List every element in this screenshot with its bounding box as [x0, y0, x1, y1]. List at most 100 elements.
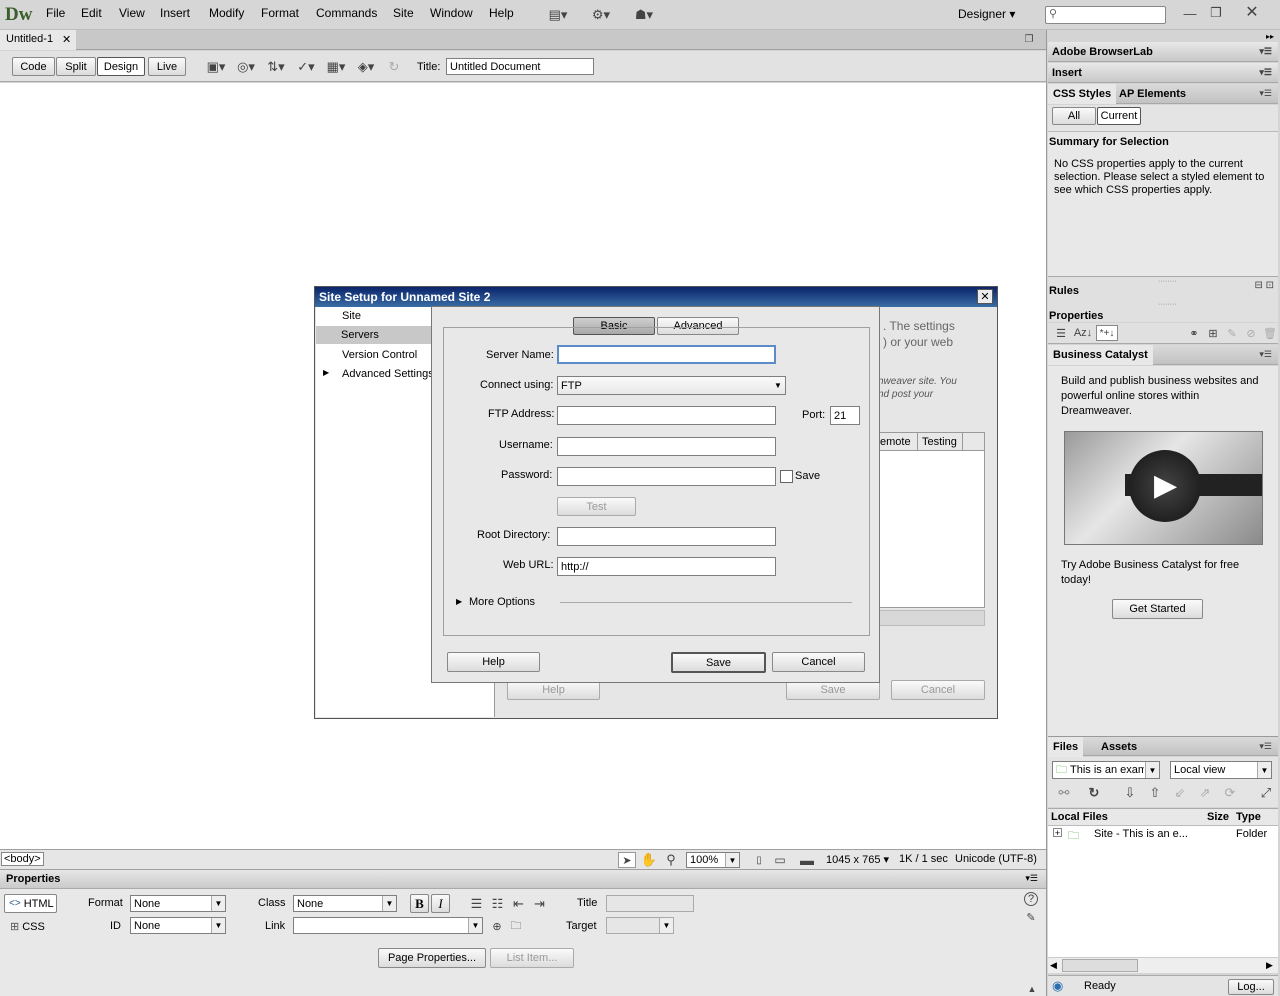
list-item-button[interactable]: List Item... [490, 948, 574, 968]
outdent-icon[interactable]: ⇤ [509, 894, 528, 913]
html-mode-button[interactable]: <> HTML [4, 894, 57, 913]
tab-assets[interactable]: Assets [1096, 737, 1142, 757]
save-button[interactable]: Save [671, 652, 766, 673]
pointer-tool-icon[interactable]: ➤ [618, 852, 636, 868]
panel-options-icon[interactable]: ▾☰ [1259, 46, 1272, 57]
desktop-size-icon[interactable]: ▬ [796, 852, 818, 868]
col-remote[interactable]: emote [880, 436, 911, 448]
horizontal-scrollbar[interactable]: ◀ ▶ [1048, 957, 1278, 973]
tab-ap-elements[interactable]: AP Elements [1114, 84, 1191, 104]
splitter-handle[interactable]: ········ [1158, 278, 1177, 285]
log-button[interactable]: Log... [1228, 979, 1274, 995]
minimize-icon[interactable]: — [1180, 4, 1200, 22]
bg-save-button[interactable]: Save [786, 680, 880, 700]
get-started-button[interactable]: Get Started [1112, 599, 1203, 619]
bold-button[interactable]: B [410, 894, 429, 913]
point-to-file-icon[interactable]: ⊕ [490, 919, 504, 933]
search-input[interactable]: ⚲ [1045, 6, 1166, 24]
validate-icon[interactable]: ✓▾ [293, 57, 319, 76]
menu-view[interactable]: View [119, 6, 145, 20]
tab-files[interactable]: Files [1048, 737, 1084, 757]
menu-site[interactable]: Site [393, 6, 414, 20]
help-button[interactable]: Help [447, 652, 540, 672]
splitter-handle[interactable]: ········ [1158, 301, 1177, 308]
sync-icon[interactable]: ⟳ [1220, 784, 1240, 802]
web-url-input[interactable]: http:// [557, 557, 776, 576]
restore-icon[interactable]: ❐ [1206, 4, 1226, 22]
attach-stylesheet-icon[interactable]: ⚭ [1186, 325, 1202, 341]
menu-edit[interactable]: Edit [81, 6, 102, 20]
document-tab[interactable]: Untitled-1 ✕ [0, 30, 76, 50]
insert-panel-header[interactable]: Insert ▾☰ [1048, 63, 1278, 83]
play-icon[interactable]: ▶ [1154, 468, 1177, 503]
menu-window[interactable]: Window [430, 6, 473, 20]
title-prop-input[interactable] [606, 895, 694, 912]
site-select[interactable]: 🗀 This is an exam ▼ [1052, 761, 1160, 779]
check-out-icon[interactable]: ⇙ [1170, 784, 1190, 802]
username-input[interactable] [557, 437, 776, 456]
ftp-address-input[interactable] [557, 406, 776, 425]
col-size[interactable]: Size [1207, 811, 1229, 823]
nav-item-version-control[interactable]: Version Control [342, 349, 417, 361]
set-properties-icon[interactable]: *+↓ [1096, 325, 1118, 341]
list-item[interactable]: + 🗀 Site - This is an e... Folder [1048, 827, 1278, 843]
check-in-icon[interactable]: ⇗ [1195, 784, 1215, 802]
target-select[interactable]: ▼ [606, 917, 674, 934]
password-input[interactable] [557, 467, 776, 486]
browse-folder-icon[interactable]: 🗀 [508, 919, 524, 933]
expand-icon[interactable]: ▶ [456, 597, 462, 606]
connect-icon[interactable]: ⚯ [1054, 784, 1074, 802]
zoom-tool-icon[interactable]: ⚲ [662, 852, 680, 868]
edit-rule-icon[interactable]: ✎ [1224, 325, 1240, 341]
close-icon[interactable]: ✕ [1242, 3, 1262, 21]
split-view-button[interactable]: Split [56, 57, 96, 76]
menu-modify[interactable]: Modify [209, 6, 244, 20]
col-type[interactable]: Type [1236, 811, 1261, 823]
ordered-list-icon[interactable]: ☷ [488, 894, 507, 913]
server-name-input[interactable] [557, 345, 776, 364]
italic-button[interactable]: I [431, 894, 450, 913]
document-title-input[interactable]: Untitled Document [446, 58, 594, 75]
tab-css-styles[interactable]: CSS Styles [1048, 84, 1117, 104]
window-size[interactable]: 1045 x 765 ▾ [826, 853, 889, 866]
indent-icon[interactable]: ⇥ [530, 894, 549, 913]
nav-item-site[interactable]: Site [342, 310, 361, 322]
bg-help-button[interactable]: Help [507, 680, 600, 700]
panel-options-icon[interactable]: ▾☰ [1259, 88, 1272, 99]
site-map-icon[interactable]: ☗▾ [631, 6, 657, 24]
id-select[interactable]: None ▼ [130, 917, 226, 934]
tab-business-catalyst[interactable]: Business Catalyst [1048, 345, 1153, 365]
expand-tree-icon[interactable]: + [1053, 828, 1062, 838]
live-view-button[interactable]: Live [148, 57, 186, 76]
root-directory-input[interactable] [557, 527, 776, 546]
class-select[interactable]: None ▼ [293, 895, 397, 912]
link-input[interactable]: ▼ [293, 917, 483, 934]
rules-view-icons[interactable]: ⊟ ⊡ [1254, 280, 1274, 291]
more-options-toggle[interactable]: More Options [469, 596, 535, 608]
panel-options-icon[interactable]: ▾☰ [1259, 67, 1272, 78]
menu-help[interactable]: Help [489, 6, 514, 20]
css-mode-button[interactable]: ⊞ CSS [10, 920, 45, 933]
panel-options-icon[interactable]: ▾☰ [1025, 873, 1038, 884]
collapse-panels-icon[interactable]: ▸▸ [1266, 32, 1274, 41]
close-icon[interactable]: ✕ [977, 289, 993, 304]
get-files-icon[interactable]: ⇩ [1120, 784, 1140, 802]
workspace-switcher[interactable]: Designer ▾ [958, 7, 1015, 21]
browserlab-panel-header[interactable]: Adobe BrowserLab ▾☰ [1048, 42, 1278, 62]
col-testing[interactable]: Testing [922, 436, 957, 448]
bc-video-thumbnail[interactable]: ▶ [1064, 431, 1263, 545]
refresh-icon[interactable]: ↻ [384, 57, 404, 76]
preview-browser-icon[interactable]: ◎▾ [233, 57, 259, 76]
cancel-button[interactable]: Cancel [772, 652, 865, 672]
menu-commands[interactable]: Commands [316, 6, 377, 20]
layout-icon[interactable]: ▤▾ [545, 6, 571, 24]
mobile-size-icon[interactable]: ▯ [752, 852, 766, 868]
current-mode-button[interactable]: Current [1097, 107, 1141, 125]
test-button[interactable]: Test [557, 497, 636, 516]
file-management-icon[interactable]: ⇅▾ [263, 57, 289, 76]
tag-selector[interactable]: <body> [1, 852, 44, 866]
col-local-files[interactable]: Local Files [1051, 811, 1108, 823]
restore-document-icon[interactable]: ❐ [1022, 32, 1036, 46]
scroll-thumb[interactable] [1062, 959, 1138, 972]
scroll-right-icon[interactable]: ▶ [1266, 960, 1273, 971]
